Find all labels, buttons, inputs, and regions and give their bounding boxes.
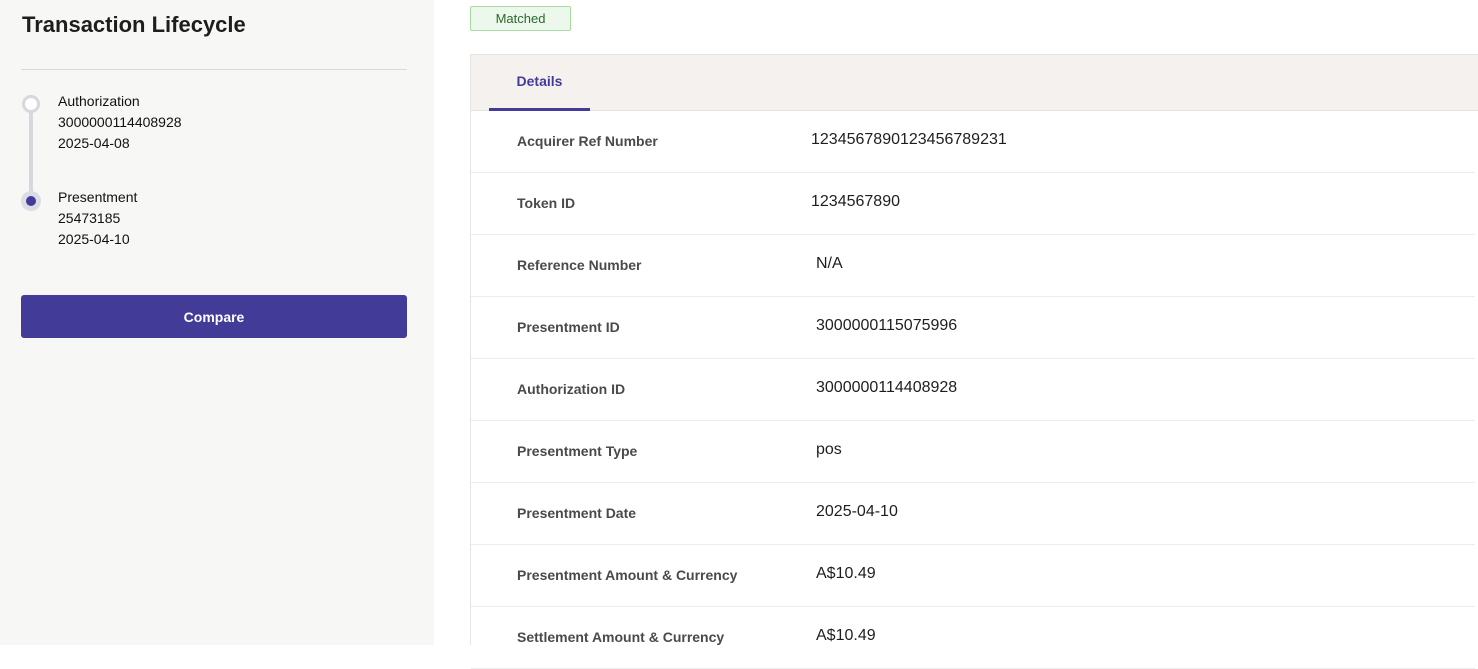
detail-label: Presentment Date [517, 505, 637, 521]
event-date: 2025-04-08 [58, 135, 130, 151]
status-badge: Matched [470, 6, 571, 31]
detail-row-presentment-id: Presentment ID 3000000115075996 [471, 297, 1475, 359]
timeline-step-open-icon [22, 95, 40, 113]
detail-value: 3000000115075996 [816, 317, 958, 334]
timeline-event-presentment[interactable]: Presentment 25473185 2025-04-10 [58, 187, 137, 250]
event-id: 25473185 [58, 210, 121, 226]
detail-row-authorization-id: Authorization ID 3000000114408928 [471, 359, 1475, 421]
detail-row-settlement-amount: Settlement Amount & Currency A$10.49 [471, 607, 1475, 669]
detail-value: pos [816, 441, 842, 458]
detail-row-token-id: Token ID 1234567890 [471, 173, 1475, 235]
detail-value: N/A [816, 255, 843, 272]
tab-bar: Details [471, 55, 1478, 111]
detail-label: Reference Number [517, 257, 642, 273]
detail-value: 3000000114408928 [816, 379, 958, 396]
detail-label: Presentment Amount & Currency [517, 567, 738, 583]
detail-row-reference-number: Reference Number N/A [471, 235, 1475, 297]
detail-row-presentment-amount: Presentment Amount & Currency A$10.49 [471, 545, 1475, 607]
detail-value: 1234567890123456789231 [811, 131, 1007, 148]
detail-row-presentment-date: Presentment Date 2025-04-10 [471, 483, 1475, 545]
detail-label: Authorization ID [517, 381, 626, 397]
event-title: Authorization [58, 93, 140, 109]
detail-label: Settlement Amount & Currency [517, 629, 725, 645]
page-title: Transaction Lifecycle [22, 12, 246, 37]
detail-label: Presentment Type [517, 443, 638, 459]
detail-label: Acquirer Ref Number [517, 133, 658, 149]
event-id: 3000000114408928 [58, 114, 182, 130]
detail-label: Token ID [517, 195, 576, 211]
details-list: Acquirer Ref Number 12345678901234567892… [471, 111, 1475, 669]
sidebar-divider [21, 69, 407, 70]
detail-row-presentment-type: Presentment Type pos [471, 421, 1475, 483]
detail-value: 1234567890 [811, 193, 900, 210]
timeline-event-authorization[interactable]: Authorization 3000000114408928 2025-04-0… [58, 91, 182, 154]
detail-label: Presentment ID [517, 319, 620, 335]
sidebar: Transaction Lifecycle Authorization 3000… [0, 0, 434, 645]
event-date: 2025-04-10 [58, 231, 130, 247]
tab-details[interactable]: Details [489, 55, 590, 111]
detail-row-acquirer-ref-number: Acquirer Ref Number 12345678901234567892… [471, 111, 1475, 173]
detail-value: A$10.49 [816, 565, 876, 582]
timeline-step-active-icon [21, 191, 41, 211]
compare-button[interactable]: Compare [21, 295, 407, 338]
timeline-connector [29, 112, 33, 194]
event-title: Presentment [58, 189, 138, 205]
detail-value: 2025-04-10 [816, 503, 898, 520]
details-panel: Details Acquirer Ref Number 123456789012… [470, 54, 1478, 669]
detail-value: A$10.49 [816, 627, 876, 644]
